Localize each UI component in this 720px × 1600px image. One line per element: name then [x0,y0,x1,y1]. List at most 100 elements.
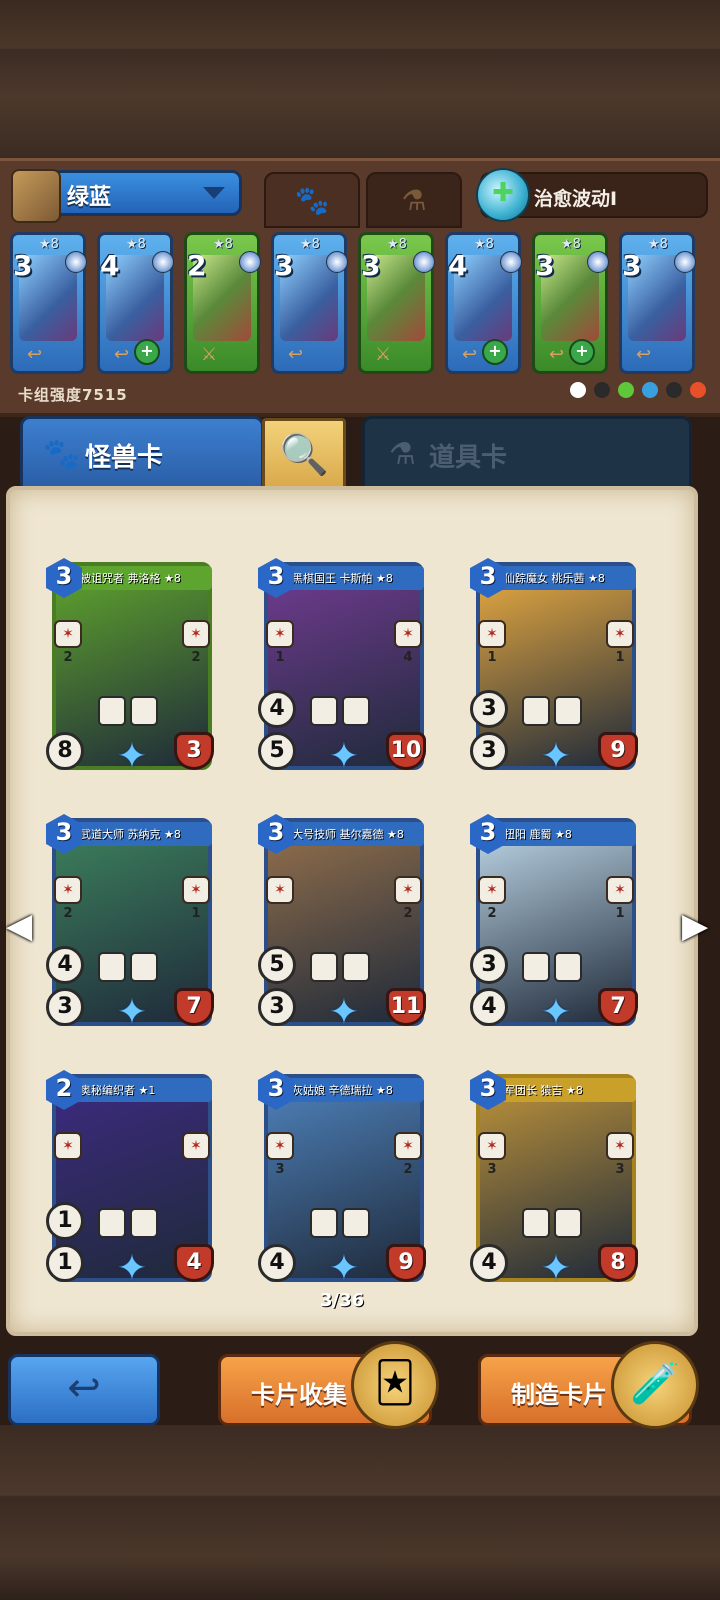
deck-card[interactable]: 3 ★8 ↩ [271,232,348,374]
spell-selector[interactable]: ✚ 治愈波动I [476,168,708,222]
skill-icon: ✶ [394,1132,422,1160]
ability-slot-icon [130,696,158,726]
skill-count: 2 [487,906,497,921]
star-rank-icon: ✦ [540,992,572,1033]
ability-slot-icon [310,952,338,982]
card-stars: ★8 [387,237,407,252]
tab-monster-cards[interactable]: 🐾 怪兽卡 [20,416,264,492]
ability-slots [310,1208,374,1242]
paw-icon: 🐾 [294,184,330,217]
skill-count: 2 [403,1162,413,1177]
deck-card[interactable]: 4 ★8 ↩ + [445,232,522,374]
card-cost: 3 [535,249,555,282]
craft-label: 制造卡片 [511,1381,607,1409]
back-button[interactable]: ↩ [8,1354,160,1426]
card-health: 9 [598,732,638,770]
star-rank-icon: ✦ [328,992,360,1033]
card-speed: 4 [46,946,84,984]
ability-slot-icon [522,696,550,726]
card-name: 灰姑娘 辛德瑞拉 ★8 [292,1084,393,1097]
element-indicators [562,382,706,402]
tab-item-cards[interactable]: ⚗ 道具卡 [362,416,692,492]
paw-icon: 🐾 [43,437,81,472]
card-health: 7 [174,988,214,1026]
element-gem-icon [326,251,348,273]
deck-card[interactable]: 3 ★8 ⚔ [358,232,435,374]
element-neutral-icon [570,382,586,398]
monster-card[interactable]: 黑棋国王 卡斯帕 ★8 3 ✶ ✶ 1 4 4 5 10 ✦ [258,556,430,778]
tab-deck-items[interactable]: ⚗ [366,172,462,228]
search-button[interactable]: 🔍 [262,418,346,492]
cards-icon: 🃏 [374,1360,416,1406]
ability-slot-icon [130,952,158,982]
skill-icon: ✶ [266,620,294,648]
ability-slot-icon [342,952,370,982]
element-nature-icon [618,382,634,398]
deck-selector[interactable]: 绿蓝 [11,169,242,223]
card-health: 3 [174,732,214,770]
monster-card[interactable]: 大号技师 基尔嘉德 ★8 3 ✶ ✶ 2 5 3 11 ✦ [258,812,430,1034]
star-rank-icon: ✦ [116,1248,148,1289]
card-stars: ★8 [648,237,668,252]
monster-card[interactable]: 军团长 猿吉 ★8 3 ✶ ✶ 3 3 4 8 ✦ [470,1068,642,1290]
monster-card[interactable]: 灰姑娘 辛德瑞拉 ★8 3 ✶ ✶ 3 2 4 9 ✦ [258,1068,430,1290]
star-rank-icon: ✦ [328,1248,360,1289]
tab-monster-label: 怪兽卡 [85,443,164,473]
deck-book-icon [11,169,61,223]
ability-slot-icon [342,1208,370,1238]
card-cost: 3 [479,562,497,590]
element-dark-icon [666,382,682,398]
search-icon: 🔍 [279,432,329,478]
prev-page-arrow-icon[interactable]: ◀ [6,906,32,946]
wood-background-bottom [0,1425,720,1600]
card-attack: 3 [258,988,296,1026]
skill-icon: ✶ [266,1132,294,1160]
skill-count: 2 [63,906,73,921]
card-health: 8 [598,1244,638,1282]
hook-icon: ↩ [114,344,130,365]
deck-card[interactable]: 2 ★8 ⚔ [184,232,261,374]
card-cost: 3 [274,249,294,282]
tab-deck-monsters[interactable]: 🐾 [264,172,360,228]
ability-slots [98,1208,162,1242]
card-attack: 5 [258,732,296,770]
card-attack: 4 [258,1244,296,1282]
deck-card[interactable]: 3 ★8 ↩ [10,232,87,374]
skill-icon: ✶ [394,876,422,904]
card-health: 4 [174,1244,214,1282]
tab-item-label: 道具卡 [429,443,508,473]
ability-slot-icon [98,1208,126,1238]
monster-card[interactable]: 扭阳 鹿蜀 ★8 3 ✶ ✶ 2 1 3 4 7 ✦ [470,812,642,1034]
skill-count: 2 [191,650,201,665]
star-rank-icon: ✦ [116,992,148,1033]
skill-count: 3 [275,1162,285,1177]
heal-icon: + [482,339,508,365]
deck-card[interactable]: 4 ★8 ↩ + [97,232,174,374]
ability-slot-icon [130,1208,158,1238]
card-speed: 3 [470,946,508,984]
card-attack: 8 [46,732,84,770]
card-cost: 3 [479,818,497,846]
monster-card[interactable]: 仙踪魔女 桃乐茜 ★8 3 ✶ ✶ 1 1 3 3 9 ✦ [470,556,642,778]
hook-icon: ↩ [636,344,652,365]
monster-card[interactable]: 被诅咒者 弗洛格 ★8 3 ✶ ✶ 2 2 8 3 ✦ [46,556,218,778]
deck-card[interactable]: 3 ★8 ↩ [619,232,696,374]
wood-background-top [0,0,720,160]
card-cost: 3 [267,818,285,846]
skill-count: 2 [403,906,413,921]
deck-card[interactable]: 3 ★8 ↩ + [532,232,609,374]
star-rank-icon: ✦ [540,736,572,777]
next-page-arrow-icon[interactable]: ▶ [682,906,708,946]
card-cost: 4 [448,249,468,282]
card-name: 武道大师 苏纳克 ★8 [80,828,181,841]
craft-card-button[interactable]: 制造卡片 🧪 [478,1341,699,1429]
card-attack: 3 [46,988,84,1026]
card-collection-button[interactable]: 卡片收集 🃏 [218,1341,439,1429]
ability-slot-icon [554,952,582,982]
ability-slot-icon [310,696,338,726]
skill-count: 4 [403,650,413,665]
card-collection-badge: 🃏 [351,1341,439,1429]
monster-card[interactable]: 奥秘编织者 ★1 2 ✶ ✶ 1 1 4 ✦ [46,1068,218,1290]
monster-card[interactable]: 武道大师 苏纳克 ★8 3 ✶ ✶ 2 1 4 3 7 ✦ [46,812,218,1034]
skill-icon: ✶ [478,876,506,904]
